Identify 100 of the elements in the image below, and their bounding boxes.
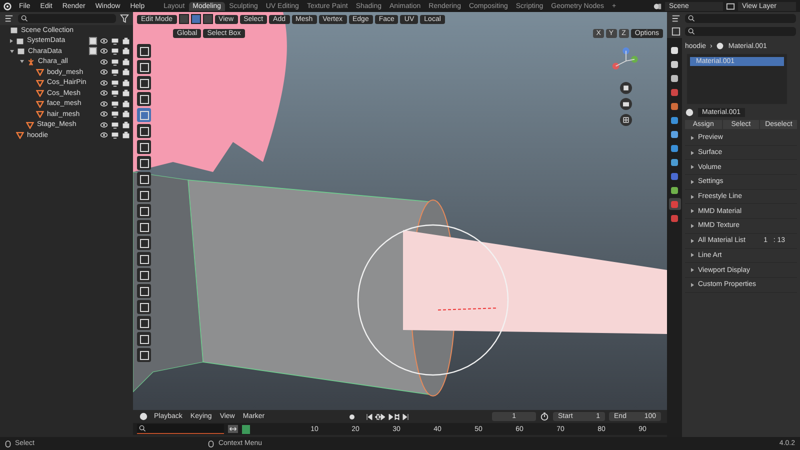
expand-arrow-icon[interactable]: [691, 136, 694, 140]
tool-button[interactable]: [137, 236, 151, 250]
select-mode-toggle[interactable]: [202, 14, 213, 24]
camera-icon[interactable]: [122, 58, 130, 66]
camera-icon[interactable]: [122, 47, 130, 56]
tool-button[interactable]: [137, 268, 151, 282]
expand-arrow-icon[interactable]: [691, 180, 694, 184]
select-mode-toggle[interactable]: [190, 14, 201, 24]
tool-button[interactable]: [137, 332, 151, 346]
stopwatch-icon: [540, 412, 550, 421]
eye-icon[interactable]: [100, 47, 108, 56]
tool-button[interactable]: [137, 204, 151, 218]
search-icon: [21, 15, 28, 22]
camera-icon[interactable]: [122, 100, 130, 108]
mouse-icon: [5, 440, 11, 448]
select-mode-toggle[interactable]: [178, 14, 189, 24]
scene-icon[interactable]: [653, 2, 662, 10]
expand-arrow-icon[interactable]: [691, 165, 694, 170]
swap-arrows-icon[interactable]: [228, 425, 238, 433]
camera-icon[interactable]: [122, 120, 130, 129]
camera-icon[interactable]: [122, 89, 130, 98]
properties-tab[interactable]: [668, 72, 680, 84]
layer-icon[interactable]: [726, 2, 735, 10]
playback-controls-icon[interactable]: [349, 412, 410, 420]
editor-type-icon[interactable]: [671, 27, 681, 36]
search-icon: [688, 28, 695, 35]
properties-tab[interactable]: [668, 128, 680, 140]
properties-tab[interactable]: [668, 156, 680, 168]
search-field[interactable]: [685, 27, 796, 36]
eye-icon[interactable]: [100, 110, 108, 118]
monitor-icon[interactable]: [111, 100, 119, 108]
search-field[interactable]: [685, 14, 796, 23]
material-sphere-icon[interactable]: [685, 108, 694, 116]
mouse-icon: [208, 440, 214, 448]
camera-icon[interactable]: [122, 36, 130, 45]
eye-icon[interactable]: [100, 100, 108, 108]
eye-icon[interactable]: [100, 131, 108, 140]
expand-arrow-icon[interactable]: [691, 253, 694, 258]
tool-button[interactable]: [137, 348, 151, 362]
tool-button[interactable]: [137, 76, 151, 90]
monitor-icon[interactable]: [111, 68, 119, 76]
expand-arrow-icon[interactable]: [691, 238, 694, 243]
blender-logo-icon[interactable]: [3, 2, 12, 10]
eye-icon[interactable]: [100, 58, 108, 66]
tool-button[interactable]: [137, 140, 151, 154]
camera-icon[interactable]: [620, 98, 632, 110]
tool-button[interactable]: [137, 44, 151, 58]
properties-tab[interactable]: [668, 58, 680, 70]
exclude-checkbox[interactable]: [89, 47, 97, 56]
exclude-checkbox[interactable]: [89, 36, 97, 45]
material-sphere-icon: [716, 42, 724, 50]
expand-arrow-icon[interactable]: [10, 50, 14, 53]
expand-arrow-icon[interactable]: [20, 60, 24, 64]
grid-icon[interactable]: [620, 114, 632, 126]
monitor-icon[interactable]: [111, 110, 119, 118]
eye-icon[interactable]: [100, 120, 108, 129]
playhead-marker[interactable]: [242, 424, 250, 434]
filter-icon[interactable]: [120, 14, 129, 23]
properties-tab[interactable]: [668, 184, 680, 196]
eye-icon[interactable]: [100, 78, 108, 87]
expand-arrow-icon[interactable]: [691, 150, 694, 155]
monitor-icon[interactable]: [111, 36, 119, 45]
editor-type-icon[interactable]: [671, 14, 681, 23]
tool-button[interactable]: [137, 60, 151, 74]
search-icon: [139, 425, 146, 432]
expand-arrow-icon[interactable]: [691, 282, 694, 287]
tool-button[interactable]: [137, 220, 151, 234]
search-icon: [688, 15, 695, 22]
expand-arrow-icon[interactable]: [691, 224, 694, 228]
search-field[interactable]: [137, 424, 224, 434]
expand-arrow-icon[interactable]: [10, 38, 13, 43]
tool-button[interactable]: [137, 252, 151, 266]
camera-icon[interactable]: [122, 78, 130, 87]
tool-button[interactable]: [137, 156, 151, 170]
tool-button[interactable]: [137, 188, 151, 202]
editor-type-icon[interactable]: [4, 14, 14, 23]
tool-button[interactable]: [137, 172, 151, 186]
expand-arrow-icon[interactable]: [691, 209, 694, 214]
eye-icon[interactable]: [100, 89, 108, 98]
eye-icon[interactable]: [100, 36, 108, 45]
camera-icon[interactable]: [122, 68, 130, 76]
armature-icon: [27, 58, 35, 66]
tool-button[interactable]: [137, 92, 151, 106]
expand-arrow-icon[interactable]: [691, 194, 694, 199]
expand-arrow-icon[interactable]: [691, 268, 694, 272]
search-field[interactable]: [18, 14, 116, 23]
camera-icon[interactable]: [122, 131, 130, 140]
monitor-icon[interactable]: [111, 131, 119, 140]
properties-tab[interactable]: [668, 44, 680, 56]
tool-button[interactable]: [137, 300, 151, 314]
monitor-icon[interactable]: [111, 120, 119, 129]
monitor-icon[interactable]: [111, 89, 119, 98]
tool-button[interactable]: [137, 284, 151, 298]
monitor-icon[interactable]: [111, 78, 119, 87]
tool-button[interactable]: [137, 124, 151, 138]
camera-icon[interactable]: [122, 110, 130, 118]
eye-icon[interactable]: [100, 68, 108, 76]
monitor-icon[interactable]: [111, 58, 119, 66]
monitor-icon[interactable]: [111, 47, 119, 56]
tool-button[interactable]: [137, 316, 151, 330]
